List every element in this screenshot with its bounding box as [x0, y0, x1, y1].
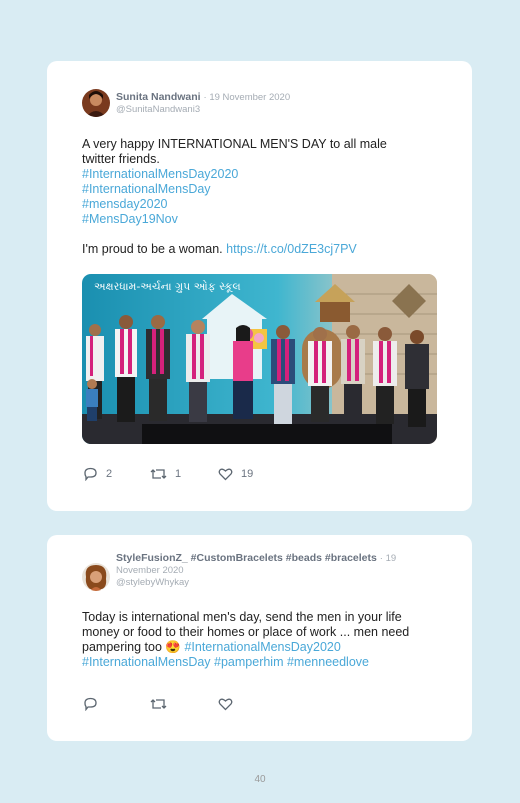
like-count: 19 — [241, 468, 254, 480]
hashtag-link[interactable]: #mensday2020 — [82, 197, 442, 212]
author-handle[interactable]: @stylebyWhykay — [116, 577, 189, 589]
tweet-text-line: I'm proud to be a woman. https://t.co/0d… — [82, 242, 442, 257]
tweet-date-continued[interactable]: November 2020 — [116, 565, 184, 577]
proud-text: I'm proud to be a woman. — [82, 242, 227, 256]
page-number: 40 — [254, 774, 266, 785]
tweet-card-1: Sunita Nandwani · 19 November 2020 @Suni… — [47, 61, 472, 511]
author-name[interactable]: Sunita Nandwani — [116, 91, 201, 103]
tweet-text-line: money or food to their homes or place of… — [82, 625, 410, 639]
hashtag-link[interactable]: #InternationalMensDay — [82, 182, 442, 197]
tweet-header: StyleFusionZ_ #CustomBracelets #beads #b… — [116, 552, 446, 565]
retweet-button[interactable]: 1 — [150, 467, 181, 481]
tweet-text-line: pampering too 😍 #InternationalMensDay202… — [82, 640, 442, 655]
tweet-date[interactable]: · 19 November 2020 — [204, 92, 291, 103]
tweet-photo[interactable]: અક્ષરધામ-અર્ચના ગ્રુપ ઓફ સ્કૂલ — [82, 274, 437, 444]
tweet-date[interactable]: · 19 — [380, 553, 396, 564]
author-handle[interactable]: @SunitaNandwani3 — [116, 104, 200, 116]
reply-button[interactable] — [83, 697, 106, 711]
like-icon — [218, 468, 233, 481]
reply-icon — [84, 467, 97, 481]
reply-icon — [84, 697, 97, 711]
tweet-text-line: A very happy INTERNATIONAL MEN'S DAY to … — [82, 137, 387, 151]
retweet-icon — [150, 699, 167, 709]
tweet-text: Today is international men's day, send t… — [82, 610, 442, 670]
heart-eyes-emoji: 😍 — [165, 640, 181, 654]
author-name[interactable]: StyleFusionZ_ #CustomBracelets #beads #b… — [116, 552, 377, 564]
like-button[interactable] — [218, 697, 241, 711]
hashtag-link[interactable]: #InternationalMensDay2020 — [82, 167, 442, 182]
retweet-button[interactable] — [150, 697, 175, 711]
tweet-actions: 2 1 19 — [83, 467, 303, 483]
avatar[interactable] — [82, 89, 110, 117]
like-icon — [218, 698, 233, 711]
reply-count: 2 — [106, 468, 113, 480]
hashtag-link[interactable]: #InternationalMensDay #pamperhim #mennee… — [82, 655, 442, 670]
hashtag-link[interactable]: #MensDay19Nov — [82, 212, 442, 227]
tweet-card-2: StyleFusionZ_ #CustomBracelets #beads #b… — [47, 535, 472, 741]
tweet-text: A very happy INTERNATIONAL MEN'S DAY to … — [82, 137, 442, 257]
tweet-actions — [83, 697, 303, 713]
banner-text: અક્ષરધામ-અર્ચના ગ્રુપ ઓફ સ્કૂલ — [94, 280, 241, 293]
avatar[interactable] — [82, 563, 110, 591]
retweet-icon — [150, 469, 167, 479]
tweet-text-line: twitter friends. — [82, 152, 160, 166]
like-button[interactable]: 19 — [218, 467, 253, 481]
tweet-text-line: Today is international men's day, send t… — [82, 610, 402, 624]
tweet-link[interactable]: https://t.co/0dZE3cj7PV — [226, 242, 357, 256]
reply-button[interactable]: 2 — [83, 467, 112, 481]
retweet-count: 1 — [175, 468, 182, 480]
hashtag-link[interactable]: #InternationalMensDay2020 — [181, 640, 340, 654]
tweet-text-fragment: pampering too — [82, 640, 166, 654]
tweet-header: Sunita Nandwani · 19 November 2020 — [116, 91, 290, 104]
